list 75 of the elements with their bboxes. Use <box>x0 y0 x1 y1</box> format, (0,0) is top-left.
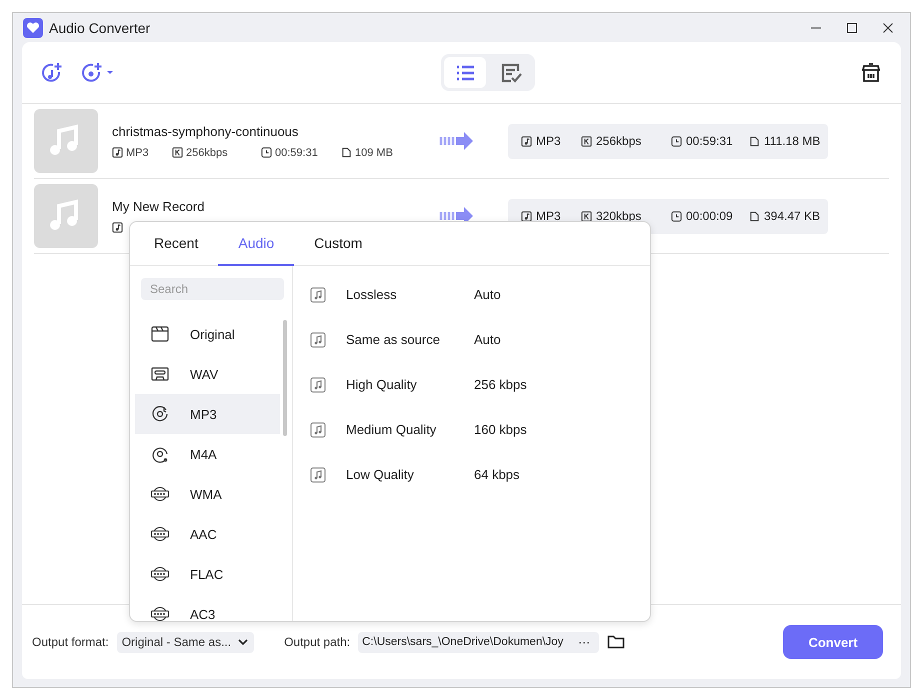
file-icon <box>749 210 760 222</box>
window-title: Audio Converter <box>49 20 150 36</box>
format-item[interactable]: M4A <box>135 434 280 474</box>
file-info: 320kbps <box>596 209 642 223</box>
format-tab[interactable]: Audio <box>218 222 294 266</box>
file-info: 256kbps <box>186 146 228 158</box>
checklist-icon <box>500 62 522 84</box>
clapperboard-icon <box>150 324 170 344</box>
convert-button[interactable]: Convert <box>783 625 883 659</box>
quality-preset[interactable]: Lossless Auto <box>293 272 650 317</box>
file-name: My New Record <box>112 199 206 214</box>
clock-icon <box>671 136 682 146</box>
quality-preset[interactable]: High Quality 256 kbps <box>293 362 650 407</box>
disc-icon <box>150 404 170 424</box>
music-note-icon <box>521 136 532 146</box>
format-item[interactable]: FLAC <box>135 554 280 594</box>
music-note-icon <box>112 147 123 158</box>
file-name: christmas-symphony-continuous <box>112 124 300 138</box>
clock-icon <box>261 147 272 158</box>
music-note-icon <box>310 422 326 438</box>
arrow-icon <box>439 131 475 151</box>
format-item[interactable]: MP3 <box>135 394 280 434</box>
output-format-dropdown[interactable]: Original - Same as... <box>116 632 254 652</box>
audio-badge-icon <box>150 564 170 584</box>
output-info-panel[interactable]: MP3 256kbps 00:59:31 111.18 MB <box>508 124 828 158</box>
k-square-icon <box>581 136 592 146</box>
output-path-label: Output path: <box>284 635 350 649</box>
more-button[interactable]: ··· <box>574 635 594 649</box>
music-thumbnail <box>34 184 98 248</box>
add-music-icon[interactable] <box>40 60 64 84</box>
music-note-icon <box>310 376 326 392</box>
file-info: MP3 <box>126 146 149 158</box>
maximize-icon[interactable] <box>846 22 858 34</box>
output-format-label: Output format: <box>32 635 109 649</box>
k-square-icon <box>172 147 183 158</box>
format-item[interactable]: WMA <box>135 474 280 514</box>
quality-preset[interactable]: Low Quality 64 kbps <box>293 452 650 497</box>
folder-icon[interactable] <box>607 634 626 650</box>
output-path-field[interactable]: C:\Users\sars_\OneDrive\Dokumen\Joy ··· <box>358 632 600 652</box>
format-item[interactable]: WAV <box>135 354 280 394</box>
music-note-icon <box>112 222 123 233</box>
audio-badge-icon <box>150 484 170 504</box>
file-info: MP3 <box>536 209 561 223</box>
music-note-icon <box>521 210 532 222</box>
search-field[interactable]: Search <box>141 278 284 300</box>
quality-preset[interactable]: Medium Quality 160 kbps <box>293 407 650 452</box>
close-icon[interactable] <box>882 22 894 34</box>
music-thumbnail <box>34 109 98 173</box>
file-info: 394.47 KB <box>764 209 820 223</box>
audio-badge-icon <box>150 524 170 544</box>
format-tab[interactable]: Recent <box>134 222 218 266</box>
file-info: 00:00:09 <box>686 209 733 223</box>
file-info: 256kbps <box>596 134 642 148</box>
file-icon <box>749 136 760 146</box>
clock-icon <box>671 210 682 222</box>
format-item[interactable]: AAC <box>135 514 280 554</box>
file-info: 00:59:31 <box>275 146 318 158</box>
k-square-icon <box>581 210 592 222</box>
trash-icon[interactable] <box>859 60 883 84</box>
add-disc-icon[interactable] <box>80 60 116 84</box>
format-tab[interactable]: Custom <box>294 222 382 266</box>
file-info: 00:59:31 <box>686 134 733 148</box>
music-note-icon <box>310 332 326 348</box>
heart-logo-icon <box>23 18 43 38</box>
scrollbar[interactable] <box>283 320 287 436</box>
format-item[interactable]: Original <box>135 314 280 354</box>
file-icon <box>341 147 352 158</box>
file-info: 111.18 MB <box>764 134 820 148</box>
file-info: MP3 <box>536 134 561 148</box>
quality-preset[interactable]: Same as source Auto <box>293 317 650 362</box>
format-item[interactable]: AC3 <box>135 594 280 621</box>
file-info: 109 MB <box>355 146 393 158</box>
music-note-icon <box>310 466 326 482</box>
music-note-icon <box>310 286 326 302</box>
list-view-button[interactable] <box>444 57 486 88</box>
